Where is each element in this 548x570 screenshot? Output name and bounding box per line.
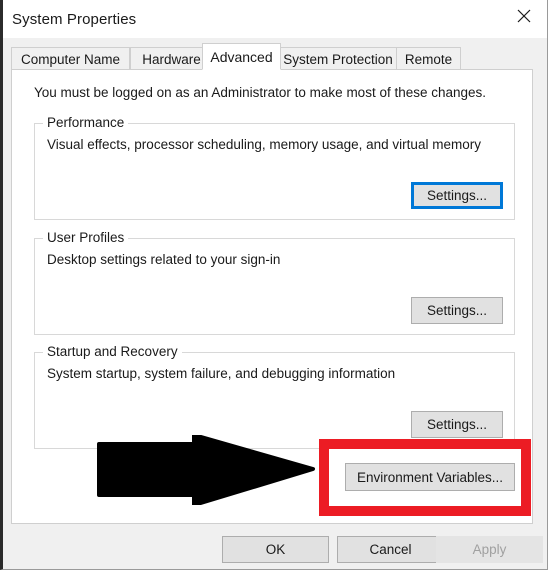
tab-label: Remote <box>404 51 453 67</box>
tab-label: System Protection <box>283 51 393 67</box>
apply-button: Apply <box>436 536 543 563</box>
tab-label: Computer Name <box>20 51 121 67</box>
button-label: Settings... <box>426 188 488 203</box>
user-profiles-group: User Profiles Desktop settings related t… <box>34 230 515 335</box>
startup-recovery-settings-button[interactable]: Settings... <box>411 411 503 438</box>
performance-group: Performance Visual effects, processor sc… <box>34 115 515 220</box>
tab-hardware[interactable]: Hardware <box>130 47 213 70</box>
startup-recovery-group: Startup and Recovery System startup, sys… <box>34 344 515 449</box>
environment-variables-button[interactable]: Environment Variables... <box>345 463 515 491</box>
cancel-button[interactable]: Cancel <box>337 536 444 563</box>
user-profiles-description: Desktop settings related to your sign-in <box>47 252 281 267</box>
button-label: Settings... <box>426 417 488 432</box>
button-label: OK <box>265 542 286 557</box>
startup-recovery-group-legend: Startup and Recovery <box>43 344 182 359</box>
tab-label: Hardware <box>142 51 201 67</box>
button-label: Apply <box>472 542 507 557</box>
button-label: Environment Variables... <box>356 469 504 485</box>
title-bar: System Properties <box>3 0 547 38</box>
user-profiles-settings-button[interactable]: Settings... <box>411 297 503 324</box>
tab-computer-name[interactable]: Computer Name <box>11 47 130 70</box>
tab-system-protection[interactable]: System Protection <box>279 47 397 70</box>
tab-remote[interactable]: Remote <box>396 47 461 70</box>
user-profiles-group-legend: User Profiles <box>43 230 129 245</box>
ok-button[interactable]: OK <box>222 536 329 563</box>
performance-group-legend: Performance <box>43 115 129 130</box>
system-properties-dialog: System Properties Computer Name Hardware… <box>0 0 548 570</box>
button-label: Settings... <box>426 303 488 318</box>
dialog-footer: OK Cancel Apply <box>3 524 547 570</box>
performance-settings-button[interactable]: Settings... <box>411 182 503 209</box>
performance-description: Visual effects, processor scheduling, me… <box>47 137 481 152</box>
tab-advanced[interactable]: Advanced <box>202 43 281 70</box>
administrator-notice: You must be logged on as an Administrato… <box>34 85 487 100</box>
button-label: Cancel <box>369 542 412 557</box>
advanced-tab-panel: You must be logged on as an Administrato… <box>11 69 533 524</box>
startup-recovery-description: System startup, system failure, and debu… <box>47 366 396 381</box>
tab-strip: Computer Name Hardware Advanced System P… <box>11 38 547 70</box>
tab-label: Advanced <box>210 48 273 65</box>
close-icon[interactable] <box>501 0 547 32</box>
window-title: System Properties <box>12 10 137 28</box>
